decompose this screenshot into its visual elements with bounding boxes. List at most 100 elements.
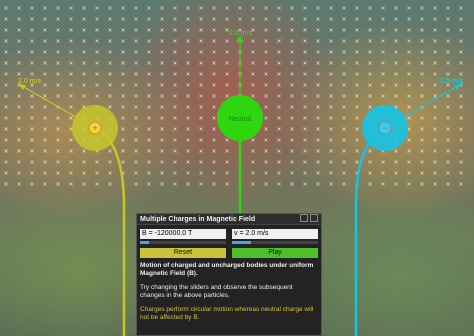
field-cross [17,127,21,131]
field-cross [264,94,268,98]
field-cross [30,28,34,32]
field-cross [4,182,8,186]
field-cross [121,50,125,54]
field-cross [342,171,346,175]
field-cross [290,127,294,131]
field-cross [290,17,294,21]
field-cross [225,83,229,87]
close-icon[interactable] [310,214,318,222]
field-cross [134,171,138,175]
field-cross [459,6,463,10]
field-cross [316,171,320,175]
simulation-canvas: + Neutral − 2.0 m/s 2.0 m/s 2.0 m/s Mult… [0,0,474,336]
field-cross [342,127,346,131]
field-cross [56,160,60,164]
field-cross [394,28,398,32]
velocity-slider[interactable] [232,241,318,244]
field-cross [420,171,424,175]
field-cross [433,149,437,153]
field-cross [394,83,398,87]
field-cross [407,17,411,21]
field-cross [160,28,164,32]
field-cross [238,17,242,21]
panel-titlebar[interactable]: Multiple Charges in Magnetic Field [137,214,321,225]
field-cross [147,72,151,76]
field-cross [212,127,216,131]
field-cross [199,138,203,142]
field-cross [199,28,203,32]
field-cross [69,72,73,76]
field-cross [43,127,47,131]
b-field-value[interactable]: B = -120000.0 T [140,229,226,239]
field-cross [316,17,320,21]
info-text: Motion of charged and uncharged bodies u… [137,258,321,322]
field-cross [225,149,229,153]
field-cross [303,160,307,164]
field-cross [290,28,294,32]
field-cross [173,182,177,186]
b-field-control: B = -120000.0 T [140,229,226,244]
field-cross [160,17,164,21]
field-cross [342,72,346,76]
field-cross [368,39,372,43]
field-cross [381,28,385,32]
minimize-icon[interactable] [300,214,308,222]
field-cross [4,149,8,153]
field-cross [394,6,398,10]
field-cross [43,83,47,87]
field-cross [17,17,21,21]
velocity-value[interactable]: v = 2.0 m/s [232,229,318,239]
field-cross [316,72,320,76]
b-field-slider[interactable] [140,241,226,244]
field-cross [160,94,164,98]
velocity-slider-fill [232,241,251,244]
field-cross [420,138,424,142]
field-cross [30,61,34,65]
field-cross [277,61,281,65]
field-cross [108,50,112,54]
field-cross [82,94,86,98]
field-cross [186,160,190,164]
field-cross [121,28,125,32]
field-cross [56,50,60,54]
field-cross [95,94,99,98]
field-cross [316,28,320,32]
field-cross [82,6,86,10]
field-cross [95,182,99,186]
field-cross [134,72,138,76]
field-cross [368,28,372,32]
field-cross [329,116,333,120]
field-cross [303,83,307,87]
field-cross [303,6,307,10]
field-cross [420,6,424,10]
field-cross [264,6,268,10]
field-cross [433,28,437,32]
field-cross [82,171,86,175]
field-cross [329,105,333,109]
field-cross [277,160,281,164]
field-cross [342,182,346,186]
field-cross [17,171,21,175]
field-cross [199,160,203,164]
field-cross [355,116,359,120]
field-cross [394,39,398,43]
field-cross [459,94,463,98]
field-cross [4,28,8,32]
field-cross [407,138,411,142]
play-button[interactable]: Play [232,248,318,258]
field-cross [134,105,138,109]
field-cross [4,127,8,131]
field-cross [225,6,229,10]
field-cross [264,182,268,186]
field-cross [420,160,424,164]
reset-button[interactable]: Reset [140,248,226,258]
field-cross [381,39,385,43]
field-cross [199,72,203,76]
field-cross [160,149,164,153]
field-cross [420,17,424,21]
field-cross [69,83,73,87]
field-cross [433,50,437,54]
field-cross [290,149,294,153]
field-cross [147,160,151,164]
field-cross [394,149,398,153]
